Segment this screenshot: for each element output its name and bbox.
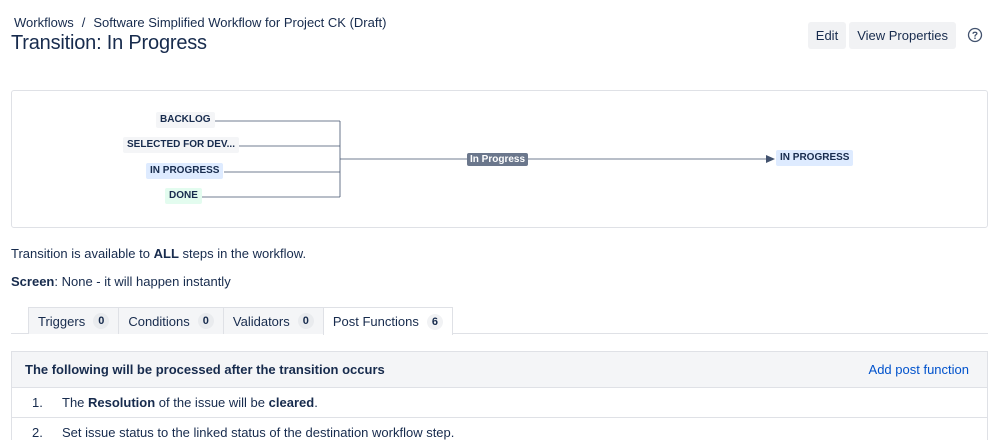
page-title: Transition: In Progress	[11, 32, 207, 54]
post-functions-title: The following will be processed after th…	[25, 362, 385, 377]
view-properties-button[interactable]: View Properties	[849, 21, 956, 49]
tab-validators[interactable]: Validators 0	[222, 307, 324, 334]
availability-text: Transition is available to ALL steps in …	[11, 246, 307, 261]
tab-count-badge: 0	[93, 313, 110, 329]
list-item: 2. Set issue status to the linked status…	[12, 418, 987, 440]
post-functions-header: The following will be processed after th…	[12, 352, 987, 388]
question-circle-icon[interactable]	[961, 21, 989, 49]
tab-count-badge: 0	[197, 313, 214, 329]
breadcrumb: Workflows / Software Simplified Workflow f…	[14, 15, 386, 30]
tab-post-functions[interactable]: Post Functions 6	[322, 307, 453, 335]
header-actions: Edit View Properties	[807, 21, 989, 49]
source-step-in-progress: IN PROGRESS	[146, 163, 224, 179]
tab-count-badge: 6	[426, 313, 443, 330]
transition-diagram: BACKLOG SELECTED FOR DEV... IN PROGRESS …	[11, 90, 988, 228]
tab-bar: Triggers 0 Conditions 0 Validators 0 Post F…	[28, 307, 453, 335]
tab-triggers[interactable]: Triggers 0	[28, 307, 120, 334]
post-functions-panel: The following will be processed after th…	[11, 351, 988, 440]
source-step-backlog: BACKLOG	[156, 112, 215, 128]
edit-button[interactable]: Edit	[807, 21, 847, 49]
list-item: 1. The Resolution of the issue will be c…	[12, 388, 987, 418]
source-step-done: DONE	[165, 188, 202, 204]
breadcrumb-workflows-link[interactable]: Workflows	[14, 15, 74, 30]
tab-count-badge: 0	[297, 313, 314, 329]
source-step-selected-for-dev: SELECTED FOR DEV...	[123, 137, 239, 153]
add-post-function-link[interactable]: Add post function	[869, 362, 969, 377]
tab-conditions[interactable]: Conditions 0	[118, 307, 224, 334]
transition-label: In Progress	[467, 153, 529, 166]
screen-text: Screen: None - it will happen instantly	[11, 274, 231, 289]
breadcrumb-workflow-link[interactable]: Software Simplified Workflow for Project…	[93, 15, 386, 30]
breadcrumb-separator: /	[81, 15, 86, 30]
destination-step-in-progress: IN PROGRESS	[776, 150, 854, 166]
